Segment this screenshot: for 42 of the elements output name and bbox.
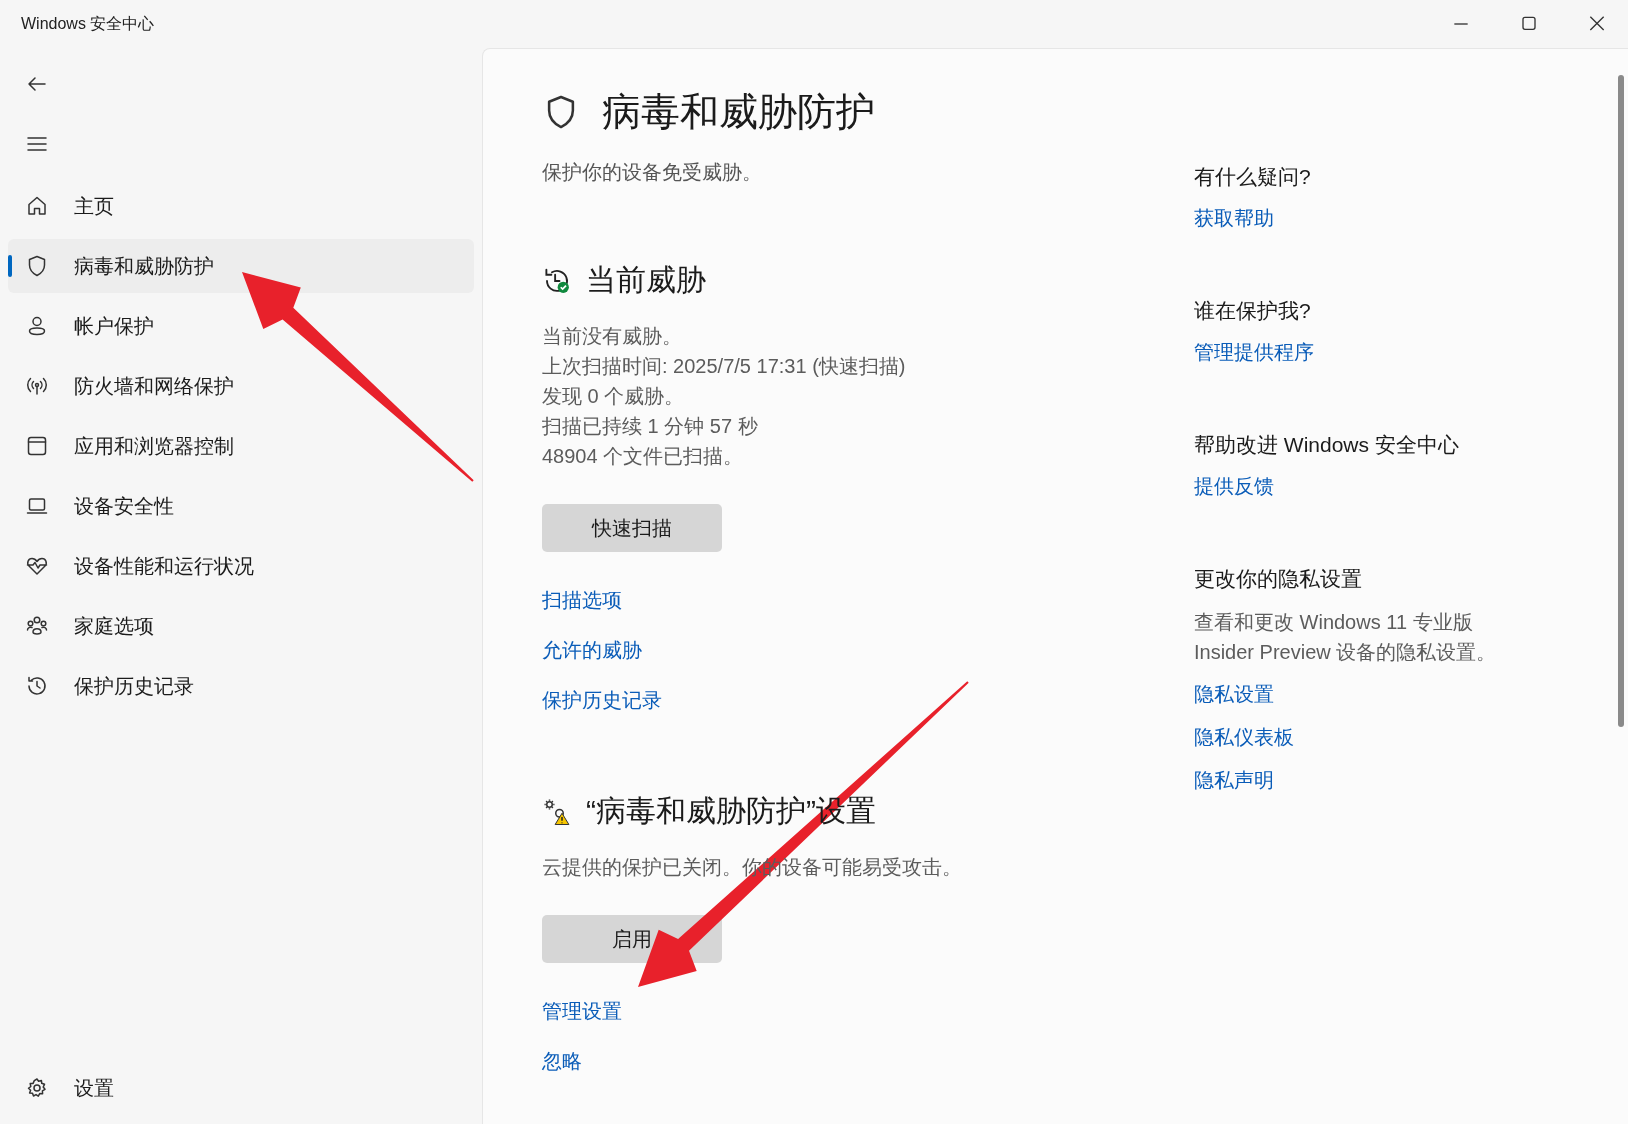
link[interactable]: 隐私设置 (1194, 681, 1274, 707)
nav-item[interactable]: 防火墙和网络保护 (8, 359, 474, 413)
window-title: Windows 安全中心 (21, 13, 155, 34)
nav-item[interactable]: 设置 (8, 1061, 474, 1115)
link[interactable]: 扫描选项 (542, 587, 622, 613)
status-text: 发现 0 个威胁。 (542, 384, 686, 409)
link[interactable]: 忽略 (542, 1048, 582, 1074)
aside-heading: 帮助改进 Windows 安全中心 (1194, 432, 1460, 458)
status-text: 48904 个文件已扫描。 (542, 444, 745, 469)
link[interactable]: 获取帮助 (1194, 205, 1274, 231)
link[interactable]: 隐私仪表板 (1194, 724, 1294, 750)
link[interactable]: 隐私声明 (1194, 767, 1274, 793)
browser-window-icon (25, 434, 49, 458)
link[interactable]: 管理提供程序 (1194, 339, 1314, 365)
aside-heading: 更改你的隐私设置 (1194, 566, 1363, 592)
nav-item[interactable]: 设备安全性 (8, 479, 474, 533)
scrollbar-thumb[interactable] (1618, 75, 1624, 727)
nav-item[interactable]: 帐户保护 (8, 299, 474, 353)
nav-item[interactable]: 应用和浏览器控制 (8, 419, 474, 473)
nav-item[interactable]: 主页 (8, 179, 474, 233)
settings-icon (25, 1076, 49, 1100)
history-icon (25, 674, 49, 698)
status-text: 扫描已持续 1 分钟 57 秒 (542, 414, 759, 439)
link[interactable]: 管理设置 (542, 998, 622, 1024)
action-button[interactable]: 快速扫描 (542, 504, 722, 552)
link[interactable]: 允许的威胁 (542, 637, 642, 663)
page-title: 病毒和威胁防护 (602, 89, 875, 135)
nav-item[interactable]: 病毒和威胁防护 (8, 239, 474, 293)
aside-text: 查看和更改 Windows 11 专业版 Insider Preview 设备的隐私设置。 (1194, 610, 1498, 665)
link[interactable]: 保护历史记录 (542, 687, 662, 713)
nav-item[interactable]: 家庭选项 (8, 599, 474, 653)
nav-item[interactable]: 设备性能和运行状况 (8, 539, 474, 593)
status-text: 当前没有威胁。 (542, 324, 683, 349)
link[interactable]: 提供反馈 (1194, 473, 1274, 499)
aside-heading: 有什么疑问? (1194, 164, 1312, 190)
section-title: 当前威胁 (586, 262, 706, 298)
nav-item[interactable]: 保护历史记录 (8, 659, 474, 713)
home-icon (25, 194, 49, 218)
people-icon (25, 614, 49, 638)
status-text: 上次扫描时间: 2025/7/5 17:31 (快速扫描) (542, 354, 907, 379)
page-subtitle: 保护你的设备免受威胁。 (542, 160, 763, 185)
aside-heading: 谁在保护我? (1194, 298, 1312, 324)
